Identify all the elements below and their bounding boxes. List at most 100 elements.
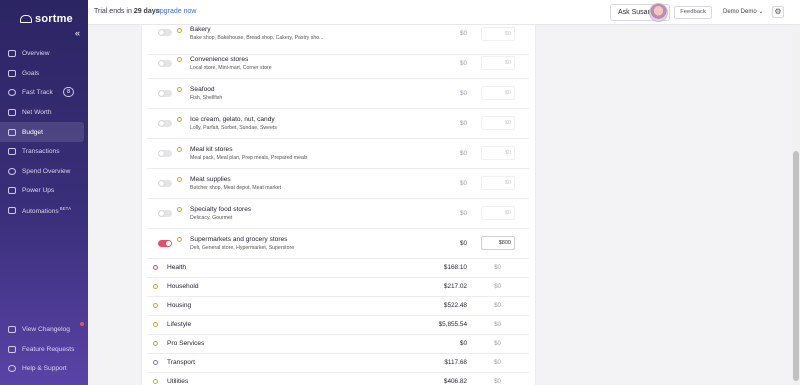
sidebar-item-label: Help & Support xyxy=(22,365,67,373)
subcategory-title: Meal kit stores xyxy=(190,146,233,153)
budget-input[interactable]: $0 xyxy=(481,146,515,160)
sidebar-item-automations[interactable]: AutomationsBETA xyxy=(0,201,88,221)
subcategory-toggle[interactable] xyxy=(158,150,172,157)
category-row-utilities[interactable]: Utilities $406.82 $0 xyxy=(147,373,529,385)
sidebar-item-transactions[interactable]: Transactions xyxy=(0,142,88,162)
category-name: Pro Services xyxy=(167,340,205,347)
subcategory-title: Convenience stores xyxy=(190,56,249,63)
subcategory-title: Specialty food stores xyxy=(190,206,252,213)
budget-input[interactable]: $0 xyxy=(481,27,515,41)
subcategory-desc: Delicacy, Gourmet xyxy=(190,215,233,221)
subcategory-toggle[interactable] xyxy=(158,120,172,127)
subcategory-toggle[interactable] xyxy=(158,180,172,187)
upgrade-link[interactable]: upgrade now xyxy=(156,8,196,15)
avatar[interactable] xyxy=(649,3,668,22)
sidebar-item-net-worth[interactable]: Net Worth xyxy=(0,103,88,123)
sidebar-item-label: Budget xyxy=(22,128,43,136)
subcategory-toggle[interactable] xyxy=(158,240,172,247)
fast-track-icon xyxy=(8,89,16,97)
category-spent: $217.02 xyxy=(443,283,467,290)
scrollbar[interactable] xyxy=(792,25,800,385)
overview-icon xyxy=(8,50,16,58)
category-dot xyxy=(177,57,182,62)
subcategory-toggle[interactable] xyxy=(158,210,172,217)
subcategory-title: Seafood xyxy=(190,86,215,93)
sidebar-item-label: Feature Requests xyxy=(22,345,75,353)
sidebar-item-overview[interactable]: Overview xyxy=(0,44,88,64)
category-row-lifestyle[interactable]: Lifestyle $5,855.54 $0 xyxy=(147,316,529,336)
subcategory-title: Supermarkets and grocery stores xyxy=(190,236,288,243)
category-dot xyxy=(153,379,158,384)
power-ups-icon xyxy=(8,187,16,195)
category-row-transport[interactable]: Transport $117.68 $0 xyxy=(147,354,529,374)
budget-input[interactable]: $0 xyxy=(481,86,515,100)
subcategory-desc: Butcher shop, Meat depot, Meat market xyxy=(190,185,282,191)
budget-input[interactable]: $800 xyxy=(481,236,515,250)
settings-button[interactable]: ⚙ xyxy=(772,6,784,18)
category-dot xyxy=(153,360,158,365)
category-name: Utilities xyxy=(167,378,189,385)
transactions-icon xyxy=(8,148,16,156)
subcategory-title: Bakery xyxy=(190,26,211,33)
subcategory-toggle[interactable] xyxy=(158,60,172,67)
category-spent: $522.48 xyxy=(443,302,467,309)
category-row-pro-services[interactable]: Pro Services $0 $0 xyxy=(147,335,529,355)
spend-overview-icon xyxy=(8,167,16,175)
net-worth-icon xyxy=(8,109,16,117)
feedback-button[interactable]: Feedback xyxy=(674,6,712,19)
category-row-housing[interactable]: Housing $522.48 $0 xyxy=(147,297,529,317)
subcategory-title: Ice cream, gelato, nut, candy xyxy=(190,116,275,123)
subcategory-row: Supermarkets and grocery stores Deli, Ge… xyxy=(147,229,529,259)
subcategory-spent: $0 xyxy=(459,150,467,157)
subcategory-toggle[interactable] xyxy=(158,29,172,36)
budget-input[interactable]: $0 xyxy=(481,116,515,130)
sidebar-nav: Overview Goals Fast Track 8 Net Worth Bu… xyxy=(0,44,88,220)
user-name: Demo Demo xyxy=(723,9,757,15)
sidebar-item-goals[interactable]: Goals xyxy=(0,64,88,84)
sidebar-item-budget[interactable]: Budget xyxy=(0,122,84,142)
subcategory-desc: Lolly, Parfait, Sorbet, Sundae, Sweets xyxy=(190,125,277,131)
beta-tag: BETA xyxy=(59,205,72,211)
category-dot xyxy=(153,284,158,289)
category-spent: $5,855.54 xyxy=(438,321,467,328)
subcategory-desc: Local store, Mini-mart, Corner store xyxy=(190,65,272,71)
budget-input[interactable]: $0 xyxy=(481,176,515,190)
sidebar-item-changelog[interactable]: View Changelog xyxy=(0,320,88,340)
budget-input[interactable]: $0 xyxy=(481,206,515,220)
collapse-sidebar-icon[interactable]: « xyxy=(75,28,80,38)
subcategory-title: Meat supplies xyxy=(190,176,231,183)
sidebar-item-help[interactable]: Help & Support xyxy=(0,359,88,379)
automations-icon xyxy=(8,207,16,215)
subcategory-toggle[interactable] xyxy=(158,90,172,97)
category-row-household[interactable]: Household $217.02 $0 xyxy=(147,278,529,298)
sidebar-item-spend-overview[interactable]: Spend Overview xyxy=(0,162,88,182)
subcategory-spent: $0 xyxy=(459,60,467,67)
sidebar-item-power-ups[interactable]: Power Ups xyxy=(0,181,88,201)
feature-requests-icon xyxy=(8,345,16,353)
scrollbar-thumb[interactable] xyxy=(793,151,799,381)
logo[interactable]: sortme xyxy=(20,13,73,25)
sidebar-item-label: Power Ups xyxy=(22,187,55,195)
budget-input[interactable]: $0 xyxy=(481,56,515,70)
category-dot xyxy=(177,117,182,122)
subcategory-spent: $0 xyxy=(459,210,467,217)
topbar: Trial ends in 29 days upgrade now Ask Su… xyxy=(88,0,800,25)
help-icon xyxy=(8,365,16,373)
user-menu[interactable]: Demo Demo ⌄ xyxy=(723,8,763,15)
sidebar-item-label: View Changelog xyxy=(22,326,70,334)
subcategory-spent: $0 xyxy=(459,120,467,127)
category-row-health[interactable]: Health $168.10 $0 xyxy=(147,259,529,279)
subcategory-desc: Fish, Shellfish xyxy=(190,95,223,101)
category-spent: $0 xyxy=(459,340,467,347)
category-dot xyxy=(153,322,158,327)
category-name: Housing xyxy=(167,302,192,309)
category-budget: $0 xyxy=(494,378,501,385)
sidebar-item-fast-track[interactable]: Fast Track 8 xyxy=(0,83,88,103)
category-spent: $406.82 xyxy=(443,378,467,385)
trial-text: Trial ends in xyxy=(94,8,132,15)
sidebar-item-label: Spend Overview xyxy=(22,167,71,175)
logo-text: sortme xyxy=(35,13,73,25)
sidebar-item-feature-requests[interactable]: Feature Requests xyxy=(0,340,88,360)
category-budget: $0 xyxy=(494,321,501,328)
sidebar-item-label: Fast Track xyxy=(22,89,53,97)
